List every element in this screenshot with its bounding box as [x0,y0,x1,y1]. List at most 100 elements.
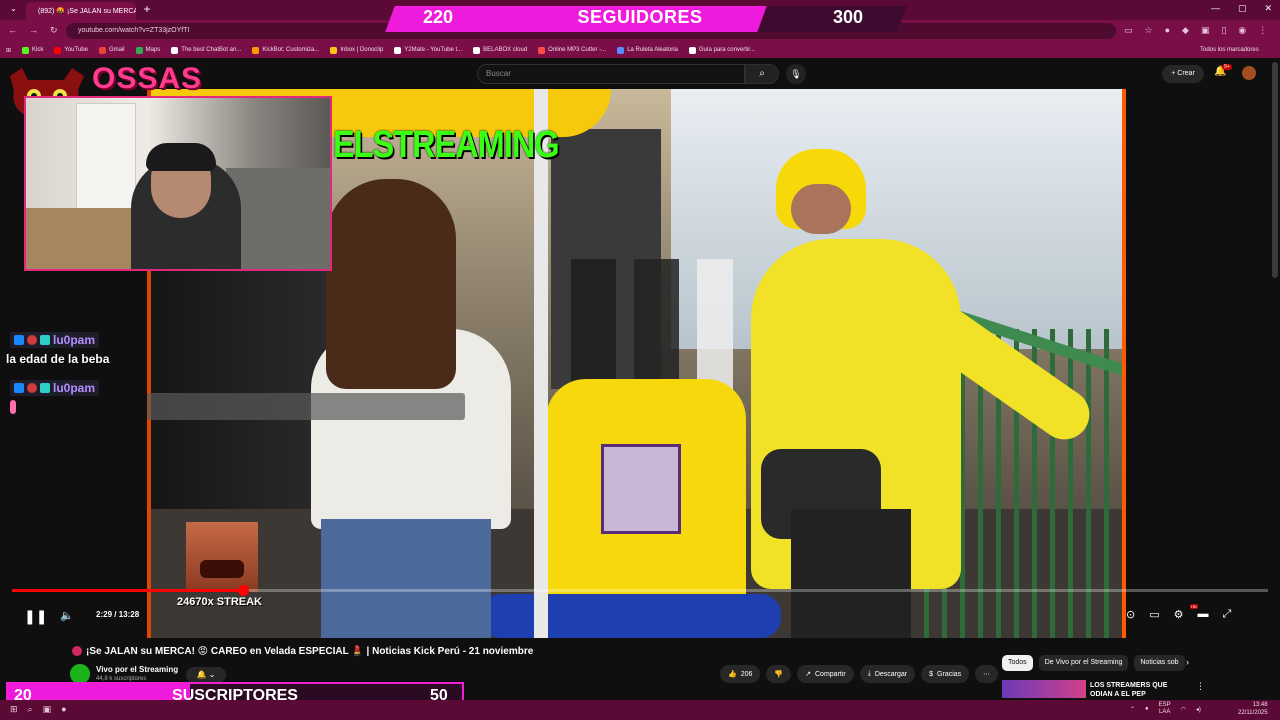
autoplay-toggle-icon[interactable]: ⊙ [1126,608,1135,621]
video-actions: 👍 206 👎 ↗ Compartir ⤓ Descargar $ Gracias ⋯ [720,665,999,683]
streak-counter: 24670x STREAK [177,596,262,608]
menu-dots-icon[interactable]: ⋮ [1258,25,1267,36]
new-tab-button[interactable]: + [140,2,154,16]
back-icon[interactable]: ← [8,25,17,36]
chip-noticias-sob[interactable]: Noticias sob [1134,655,1185,671]
theater-mode-icon[interactable]: ▬ [1198,608,1209,621]
share-button[interactable]: ↗ Compartir [797,665,854,683]
progress-bar-fill [12,589,244,592]
download-button[interactable]: ⤓ Descargar [859,665,916,683]
bookmark-item[interactable]: Inbox | Donoclip [330,46,383,54]
recommended-video-title[interactable]: LOS STREAMERS QUE ODIAN A EL PEP [1090,681,1190,699]
chip-todos[interactable]: Todos [1002,655,1033,671]
bookmark-favicon-icon [538,46,546,54]
page-scrollbar[interactable] [1272,62,1278,278]
reload-icon[interactable]: ↻ [50,25,58,36]
bookmark-item[interactable]: Kick [22,46,43,54]
mic-icon[interactable]: 🎙 [786,64,806,84]
bookmark-item[interactable]: La Ruleta Aleatoria [617,46,678,54]
channel-avatar[interactable] [70,664,90,684]
extensions-puzzle-icon[interactable]: ▣ [1201,25,1210,36]
followers-label: SEGUIDORES [577,7,703,27]
brand-title: OSSAS [92,62,203,95]
extension2-icon[interactable]: ◆ [1182,25,1189,36]
hd-badge: HD [1190,604,1198,609]
bookmark-item[interactable]: Online MP3 Cutter -... [538,46,607,54]
subtitles-icon[interactable]: ▭ [1149,608,1159,621]
search-input[interactable]: Buscar [477,64,745,84]
bookmark-item[interactable]: BELABOX cloud [473,46,527,54]
close-window-icon[interactable]: ✕ [1264,3,1272,14]
dislike-button[interactable]: 👎 [766,665,792,683]
volume-icon[interactable]: 🔈 [60,609,74,622]
badge-icon [27,383,37,393]
thanks-icon: $ [929,670,934,678]
forward-icon[interactable]: → [29,25,38,36]
recommended-video-thumbnail[interactable] [1002,680,1086,698]
taskbar-search-icon[interactable]: ⌕ [28,704,33,715]
badge-icon [27,335,37,345]
pause-icon[interactable]: ❚❚ [24,608,47,625]
like-button[interactable]: 👍 206 [720,665,761,683]
settings-gear-icon[interactable]: ⚙ [1174,608,1184,621]
share-label: Compartir [815,670,846,678]
time-current: 2:29 [96,610,113,619]
taskbar-clock[interactable]: 13:48 22/11/2025 [1238,701,1268,717]
angry-emoji-icon [72,646,82,656]
all-bookmarks[interactable]: Todos los marcadores [1200,42,1259,58]
chat-username-text: lu0pam [53,333,96,347]
bookmark-item[interactable]: KickBot: Customiza... [252,46,319,54]
notifications-badge: 9+ [1222,64,1232,70]
start-icon[interactable]: ⊞ [10,704,18,715]
extension-icon[interactable]: ● [1165,25,1170,36]
reco-more-dots-icon[interactable]: ⋮ [1196,681,1205,692]
more-actions-button[interactable]: ⋯ [975,665,999,683]
apps-grid-icon[interactable]: ⊞ [6,47,11,54]
bookmark-label: Online MP3 Cutter -... [548,47,607,53]
maximize-icon[interactable]: ▢ [1238,3,1247,14]
volume-tray-icon[interactable]: ◂) [1196,706,1201,713]
chevron-right-icon[interactable]: › [1186,657,1189,667]
account-avatar[interactable] [1242,66,1256,80]
bookmark-item[interactable]: The best ChatBot an... [171,46,241,54]
bookmark-item[interactable]: Gmail [98,46,125,54]
wifi-icon[interactable]: ◠ [1181,706,1186,713]
subscribed-bell-button[interactable]: 🔔 ⌄ [186,667,226,683]
chat-ghost-bar [147,345,465,375]
thanks-button[interactable]: $ Gracias [921,665,970,683]
download-label: Descargar [874,670,908,678]
keyboard-language[interactable]: ESP LAA [1159,702,1171,716]
bookmark-label: YouTube [64,47,88,53]
tray-chevron-icon[interactable]: ⌃ [1130,706,1135,713]
chip-de-vivo-por-el-streaming[interactable]: De Vivo por el Streaming [1038,655,1129,671]
bookmark-item[interactable]: Maps [135,46,160,54]
lipstick-emote-icon [10,400,16,414]
profile-icon[interactable]: ◉ [1238,25,1246,36]
create-button[interactable]: + Crear [1162,65,1204,83]
bookmark-item[interactable]: YouTube [54,46,88,54]
bookmark-favicon-icon [688,46,696,54]
minimize-icon[interactable]: — [1211,3,1220,14]
bookmark-item[interactable]: Guía para convertir... [688,46,755,54]
tab-search-icon[interactable]: ⌄ [10,4,17,13]
webcam-beanie [146,143,216,171]
tab-youtube[interactable]: (892) 🤬 ¡Se JALAN su MERCA! ✕ [26,2,136,20]
fullscreen-icon[interactable]: ⤢ [1223,608,1232,621]
search-icon[interactable]: ⌕ [745,64,779,84]
cast-icon[interactable]: ▭ [1124,25,1133,36]
taskbar-app-icon[interactable]: ▣ [43,704,52,715]
streak-emote-image [186,522,258,592]
bookmark-favicon-icon [252,46,260,54]
badge-icon [40,383,50,393]
bookmark-star-icon[interactable]: ☆ [1145,25,1153,36]
mic-tray-icon[interactable]: ● [1145,706,1149,712]
window-controls: — ▢ ✕ [1211,3,1272,14]
bookmark-item[interactable]: Y2Mate - YouTube t... [394,46,462,54]
sidepanel-icon[interactable]: ▯ [1221,25,1226,36]
channel-name[interactable]: Vivo por el Streaming [96,665,178,674]
taskbar-app-icon[interactable]: ● [61,704,66,715]
webcam-floor [26,208,146,269]
bookmarks-bar: ⊞ Kick YouTube Gmail Maps The best ChatBot a… [0,42,1280,58]
chat-ghost-bar [147,393,465,420]
tab-title: (892) 🤬 ¡Se JALAN su MERCA! [38,8,136,15]
